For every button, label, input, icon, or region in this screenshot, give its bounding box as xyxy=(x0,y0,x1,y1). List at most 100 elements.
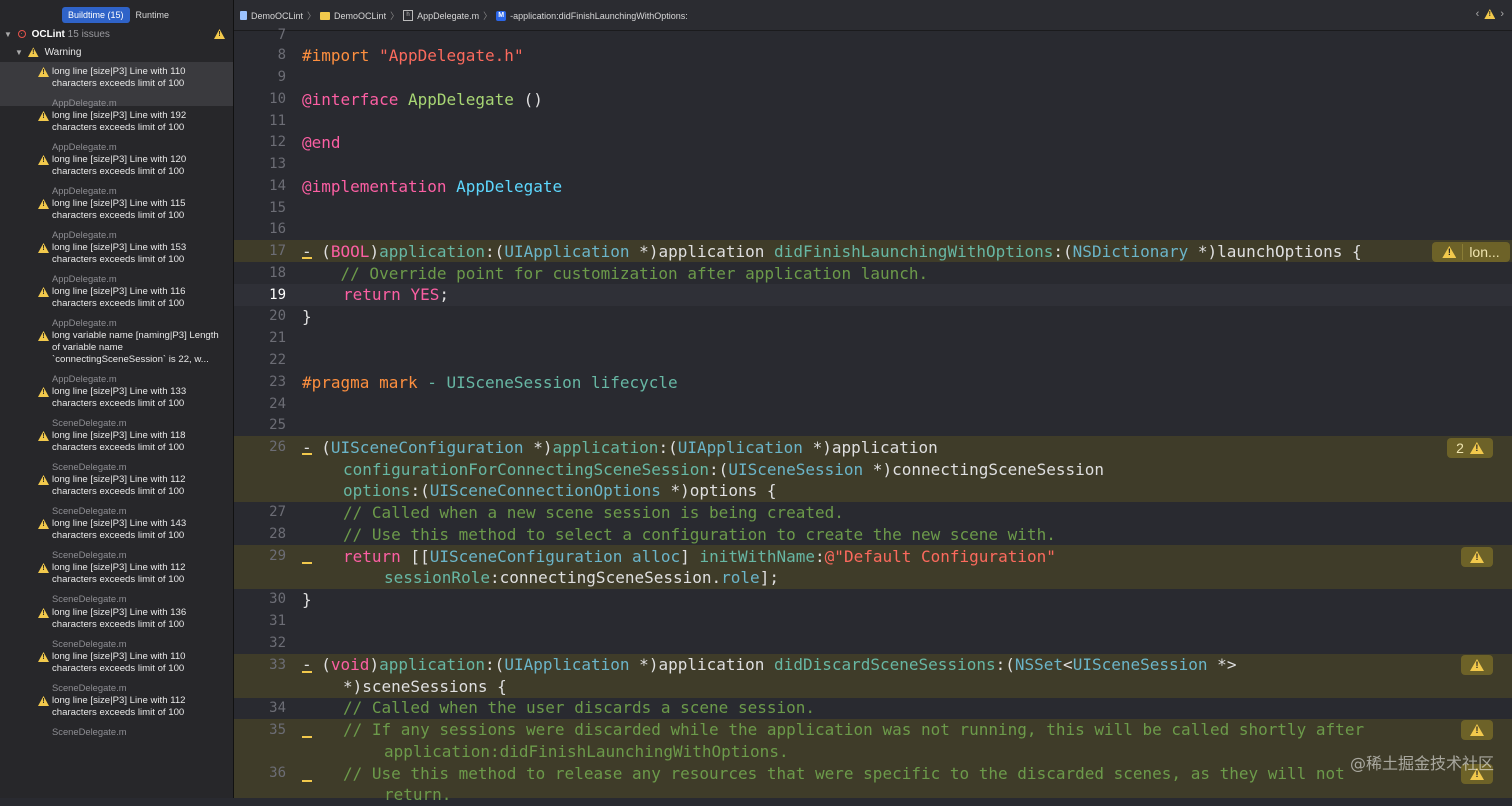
next-issue-icon[interactable]: › xyxy=(1500,8,1504,20)
issue-list-item[interactable]: long line [size|P3] Line with 192 charac… xyxy=(0,106,233,152)
issue-message: long line [size|P3] Line with 112 charac… xyxy=(52,562,186,585)
line-number: 25 xyxy=(269,417,286,433)
issue-message: long line [size|P3] Line with 110 charac… xyxy=(52,651,186,674)
issue-list-item[interactable]: long line [size|P3] Line with 120 charac… xyxy=(0,150,233,196)
issue-message: long line [size|P3] Line with 136 charac… xyxy=(52,607,187,630)
group-count: 15 issues xyxy=(67,29,110,40)
issue-message: long line [size|P3] Line with 143 charac… xyxy=(52,518,187,541)
issue-message: long line [size|P3] Line with 133 charac… xyxy=(52,386,187,409)
inline-warning-count-badge[interactable]: 2 xyxy=(1447,438,1493,458)
code-line: #pragma mark - UISceneSession lifecycle xyxy=(302,373,678,392)
line-number: 19 xyxy=(269,287,286,303)
code-line: // Use this method to select a configura… xyxy=(343,525,1056,544)
issue-list-item[interactable]: long line [size|P3] Line with 143 charac… xyxy=(0,514,233,560)
breadcrumb-file[interactable]: AppDelegate.m xyxy=(417,11,479,21)
issue-message: long line [size|P3] Line with 192 charac… xyxy=(52,110,187,133)
issue-list-item[interactable]: long line [size|P3] Line with 112 charac… xyxy=(0,691,233,737)
issue-list-item[interactable]: long line [size|P3] Line with 110 charac… xyxy=(0,647,233,693)
code-line: - (BOOL)application:(UIApplication *)app… xyxy=(302,242,1362,261)
warning-icon xyxy=(38,652,49,662)
issue-file: SceneDelegate.m xyxy=(52,726,127,737)
issue-list-item[interactable]: long line [size|P3] Line with 153 charac… xyxy=(0,238,233,284)
issue-list-item[interactable]: long line [size|P3] Line with 136 charac… xyxy=(0,603,233,649)
line-number: 29 xyxy=(269,548,286,564)
code-line: - (void)application:(UIApplication *)app… xyxy=(302,655,1237,674)
code-line: // Called when a new scene session is be… xyxy=(343,503,844,522)
code-line: @end xyxy=(302,133,341,152)
disclosure-triangle-icon[interactable]: ▼ xyxy=(3,26,13,44)
method-icon: M xyxy=(496,10,507,21)
line-number: 14 xyxy=(269,178,286,194)
source-editor[interactable]: 7 8 9 10 11 12 13 14 15 16 17 18 19 20 2… xyxy=(234,27,1512,804)
issue-list-item[interactable]: long line [size|P3] Line with 110 charac… xyxy=(0,62,233,108)
line-number: 28 xyxy=(269,526,286,542)
line-number: 15 xyxy=(269,200,286,216)
issue-scope-segmented-control[interactable]: Buildtime (15) Runtime xyxy=(62,7,175,23)
warning-icon xyxy=(1469,442,1484,454)
breadcrumb-separator-icon: 〉 xyxy=(390,11,400,21)
breadcrumb-project[interactable]: DemoOCLint xyxy=(251,11,303,21)
code-line: // Override point for customization afte… xyxy=(302,264,929,283)
line-number: 36 xyxy=(269,765,286,781)
issue-marker[interactable] xyxy=(302,562,312,564)
issue-list-item[interactable]: long line [size|P3] Line with 115 charac… xyxy=(0,194,233,240)
tab-buildtime[interactable]: Buildtime (15) xyxy=(62,7,130,23)
breadcrumb-folder[interactable]: DemoOCLint xyxy=(334,11,386,21)
warning-icon xyxy=(38,563,49,573)
line-number: 10 xyxy=(269,91,286,107)
breadcrumb-separator-icon: 〉 xyxy=(307,11,317,21)
issue-message: long line [size|P3] Line with 112 charac… xyxy=(52,695,186,718)
line-number: 27 xyxy=(269,504,286,520)
line-number: 31 xyxy=(269,613,286,629)
issue-message: long line [size|P3] Line with 110 charac… xyxy=(52,66,186,89)
line-number: 34 xyxy=(269,700,286,716)
issue-marker[interactable] xyxy=(302,736,312,738)
issue-message: long line [size|P3] Line with 120 charac… xyxy=(52,154,187,177)
warning-icon xyxy=(38,331,49,341)
warning-icon xyxy=(38,696,49,706)
line-number: 30 xyxy=(269,591,286,607)
warning-icon xyxy=(27,47,39,58)
previous-issue-icon[interactable]: ‹ xyxy=(1476,8,1480,20)
code-line: #import "AppDelegate.h" xyxy=(302,46,524,65)
code-line: sessionRole:connectingSceneSession.role]… xyxy=(384,568,779,587)
inline-warning-badge[interactable] xyxy=(1461,720,1493,740)
code-line: @implementation AppDelegate xyxy=(302,177,563,196)
breadcrumb-method[interactable]: -application:didFinishLaunchingWithOptio… xyxy=(510,11,688,21)
issue-message: long line [size|P3] Line with 153 charac… xyxy=(52,242,187,265)
warning-icon[interactable] xyxy=(1484,9,1496,19)
source-file-icon: h xyxy=(403,10,414,21)
issue-list-item[interactable]: long line [size|P3] Line with 133 charac… xyxy=(0,382,233,428)
inline-warning-badge[interactable] xyxy=(1461,547,1493,567)
issue-navigator: Buildtime (15) Runtime ▼ OCLint 15 issue… xyxy=(0,0,234,798)
disclosure-triangle-icon[interactable]: ▼ xyxy=(14,44,24,62)
line-number: 9 xyxy=(277,69,286,85)
line-number: 22 xyxy=(269,352,286,368)
inline-warning-badge[interactable]: lon... xyxy=(1432,242,1510,262)
issue-list-item[interactable]: long variable name [naming|P3] Length of… xyxy=(0,326,233,384)
issue-list-item[interactable]: long line [size|P3] Line with 112 charac… xyxy=(0,470,233,516)
code-line: - (UISceneConfiguration *)application:(U… xyxy=(302,438,938,457)
code-line: // Use this method to release any resour… xyxy=(343,764,1345,783)
warning-icon xyxy=(38,287,49,297)
warning-icon xyxy=(38,199,49,209)
line-number: 16 xyxy=(269,221,286,237)
code-line: return [[UISceneConfiguration alloc] ini… xyxy=(343,547,1056,566)
line-number: 13 xyxy=(269,156,286,172)
issue-message: long line [size|P3] Line with 118 charac… xyxy=(52,430,186,453)
issue-marker[interactable] xyxy=(302,780,312,782)
warning-icon xyxy=(38,519,49,529)
line-number: 11 xyxy=(269,113,286,129)
issue-group-oclint[interactable]: ▼ OCLint 15 issues xyxy=(0,26,233,44)
issue-list-item[interactable]: long line [size|P3] Line with 118 charac… xyxy=(0,426,233,472)
line-number: 17 xyxy=(269,243,286,259)
issue-list-item[interactable]: long line [size|P3] Line with 112 charac… xyxy=(0,558,233,604)
issue-list-item[interactable]: long line [size|P3] Line with 116 charac… xyxy=(0,282,233,328)
warning-icon xyxy=(38,243,49,253)
code-line: // Called when the user discards a scene… xyxy=(343,698,816,717)
jump-bar: DemoOCLint 〉 DemoOCLint 〉 h AppDelegate.… xyxy=(234,0,1512,31)
tab-runtime[interactable]: Runtime xyxy=(130,7,176,23)
issue-subgroup-warning[interactable]: ▼ Warning xyxy=(0,44,233,62)
inline-warning-badge[interactable] xyxy=(1461,655,1493,675)
warning-icon xyxy=(1470,659,1484,671)
